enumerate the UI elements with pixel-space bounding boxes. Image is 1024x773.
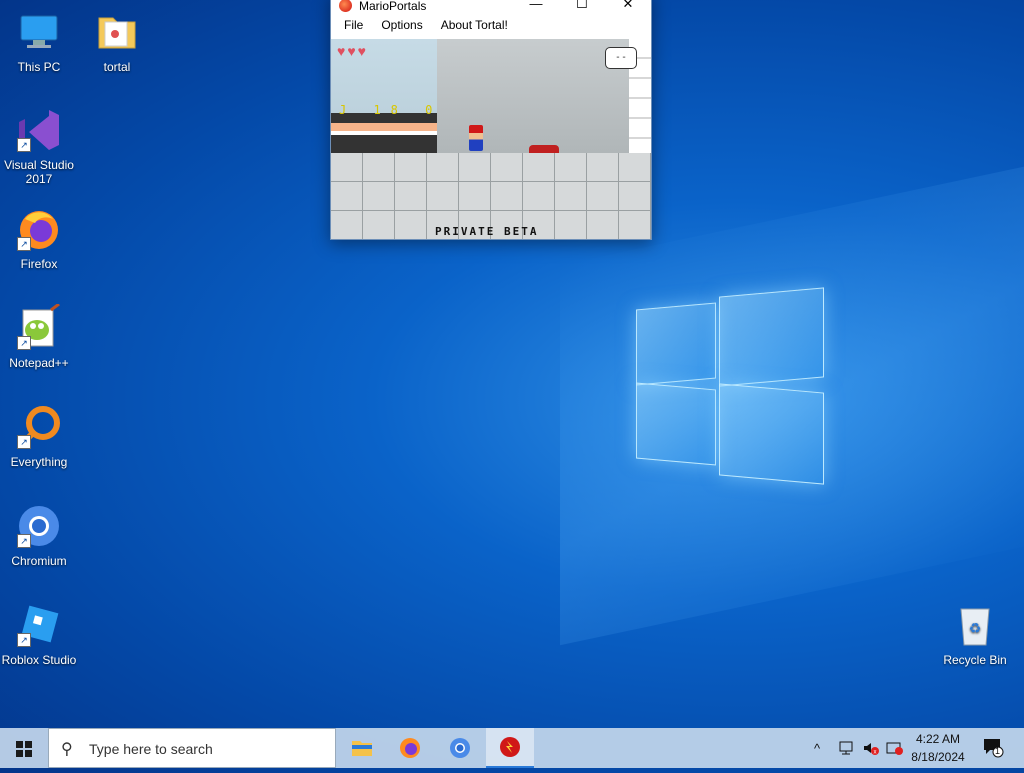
desktop-icon-firefox[interactable]: ↗ Firefox (0, 205, 78, 271)
desktop-icon-label: Chromium (11, 554, 67, 568)
svg-text:x: x (874, 750, 877, 756)
desktop-icon-notepad-plus-plus[interactable]: ↗ Notepad++ (0, 302, 78, 370)
network-icon[interactable] (838, 728, 856, 768)
svg-text:♻: ♻ (969, 620, 982, 636)
windows-logo-wallpaper (636, 287, 824, 485)
start-button[interactable] (0, 728, 48, 768)
menu-bar: File Options About Tortal! (331, 15, 651, 35)
visual-studio-icon: ↗ (15, 106, 63, 154)
game-counter: J 18 0 (339, 103, 443, 117)
desktop-icon-label: Everything (10, 455, 68, 469)
notification-center-button[interactable]: 1 (982, 736, 1004, 758)
notepad-plus-plus-icon: ↗ (15, 302, 63, 352)
taskbar-firefox[interactable] (386, 728, 434, 768)
window-titlebar[interactable]: MarioPortals — ☐ ✕ (331, 0, 651, 15)
notification-icon (984, 739, 1004, 758)
search-icon: ⚲ (61, 741, 73, 758)
maximize-button[interactable]: ☐ (559, 0, 605, 15)
desktop-icon-this-pc[interactable]: This PC (0, 8, 78, 74)
taskbar-file-explorer[interactable] (338, 728, 386, 768)
desktop-icon-visual-studio[interactable]: ↗ Visual Studio 2017 (0, 106, 78, 186)
chromium-icon (450, 738, 470, 758)
menu-options[interactable]: Options (372, 18, 431, 32)
computer-icon (15, 8, 63, 56)
windows-start-icon (16, 741, 32, 757)
game-platform-stripe (331, 123, 437, 131)
taskbar-chromium[interactable] (436, 728, 484, 768)
desktop-icon-label: Recycle Bin (943, 653, 1007, 667)
close-button[interactable]: ✕ (605, 0, 651, 15)
desktop-icon-label: Firefox (20, 257, 58, 271)
menu-about[interactable]: About Tortal! (432, 18, 517, 32)
game-platform-bottom (331, 135, 437, 153)
game-canvas[interactable]: ♥♥♥ J 18 0 - - PRIVATE BETA (331, 39, 651, 239)
taskbar: ⚲ Type here to search ^ x 4:22 AM 8/18/2… (0, 728, 1024, 768)
folder-icon (93, 8, 141, 56)
menu-file[interactable]: File (335, 18, 372, 32)
desktop-icon-recycle-bin[interactable]: ♻ Recycle Bin (936, 601, 1014, 667)
desktop-icon-everything[interactable]: ↗ Everything (0, 403, 78, 469)
mouse-cursor-icon (472, 2, 479, 20)
search-placeholder: Type here to search (89, 741, 213, 757)
desktop-icon-label: tortal (103, 60, 131, 74)
marioportals-app-icon (339, 0, 352, 12)
everything-search-icon: ↗ (15, 403, 63, 451)
minimize-button[interactable]: — (513, 0, 559, 15)
window-title: MarioPortals (359, 0, 427, 13)
game-speech-bubble: - - (605, 47, 637, 69)
firefox-icon: ↗ (15, 205, 63, 253)
desktop-icon-label: Notepad++ (9, 356, 69, 370)
roblox-studio-icon: ↗ (15, 601, 63, 649)
clock-time: 4:22 AM (915, 732, 961, 746)
firefox-icon (400, 738, 420, 758)
game-lives-hearts: ♥♥♥ (337, 43, 368, 59)
desktop-icon-chromium[interactable]: ↗ Chromium (0, 502, 78, 568)
taskbar-clock[interactable]: 4:22 AM 8/18/2024 (898, 730, 978, 766)
chromium-icon: ↗ (15, 502, 63, 550)
desktop-icon-tortal[interactable]: tortal (78, 8, 156, 74)
file-explorer-icon (352, 741, 372, 756)
desktop-icon-label: This PC (17, 60, 61, 74)
game-wall (437, 39, 629, 153)
desktop-icon-roblox-studio[interactable]: ↗ Roblox Studio (0, 601, 78, 667)
marioportals-icon (500, 737, 520, 757)
recycle-bin-icon: ♻ (951, 601, 999, 649)
volume-muted-icon[interactable]: x (862, 728, 880, 768)
notification-count: 1 (995, 746, 1001, 756)
game-private-beta-banner: PRIVATE BETA (435, 225, 539, 238)
marioportals-window[interactable]: MarioPortals — ☐ ✕ File Options About To… (330, 0, 652, 240)
taskbar-search-box[interactable]: ⚲ Type here to search (48, 728, 336, 768)
desktop-icon-label: Roblox Studio (1, 653, 77, 667)
game-red-object (529, 145, 559, 153)
clock-date: 8/18/2024 (911, 750, 965, 764)
tray-overflow-chevron[interactable]: ^ (814, 728, 820, 768)
desktop-icon-label: Visual Studio 2017 (4, 158, 74, 186)
game-mario-sprite (469, 125, 483, 151)
taskbar-marioportals[interactable] (486, 728, 534, 768)
